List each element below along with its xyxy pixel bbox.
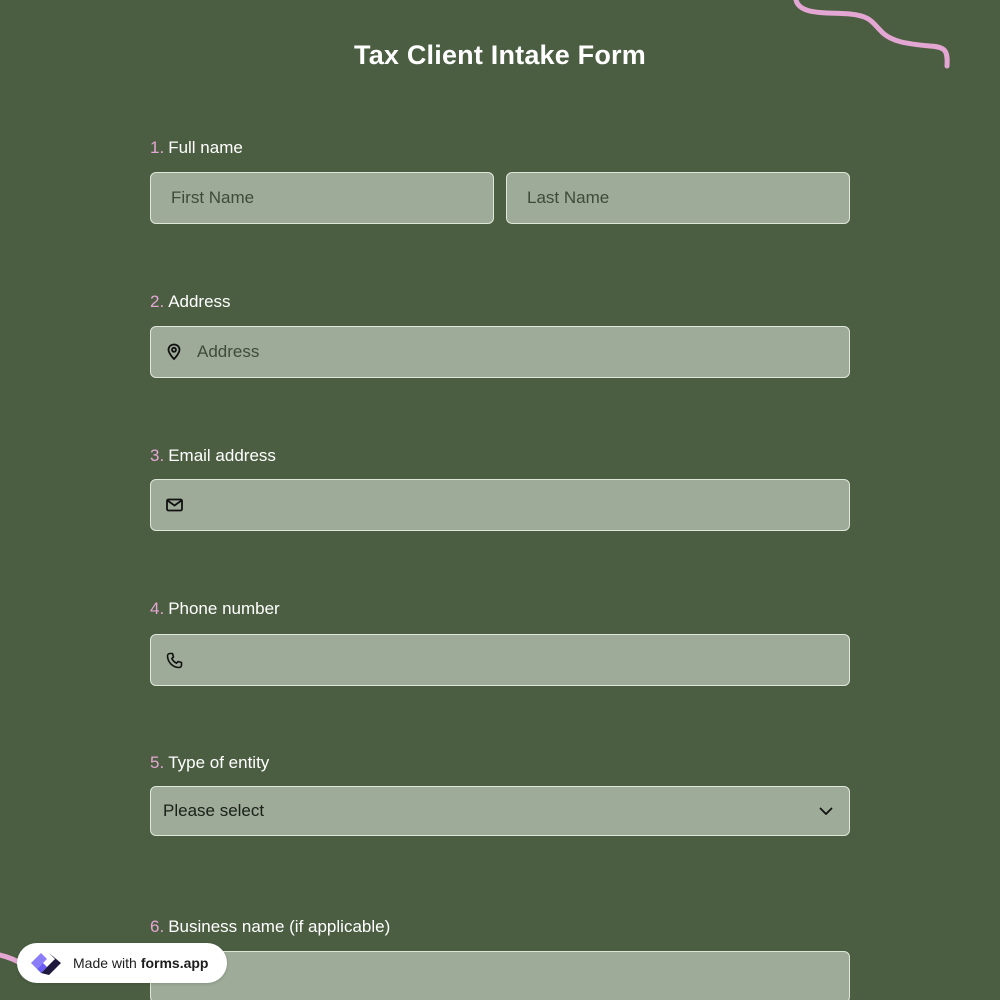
email-field[interactable]	[150, 479, 850, 531]
question-number: 1.	[150, 138, 165, 157]
question-text: Full name	[168, 138, 243, 157]
entity-type-select[interactable]: Please select	[150, 786, 850, 836]
map-pin-icon	[165, 343, 183, 361]
form-title: Tax Client Intake Form	[354, 40, 646, 70]
question-number: 5.	[150, 753, 165, 772]
question-number: 2.	[150, 292, 165, 311]
question-number: 6.	[150, 917, 165, 936]
forms-app-logo-icon	[31, 953, 61, 975]
question-phone: 4. Phone number	[150, 598, 850, 686]
question-text: Address	[168, 292, 231, 311]
question-full-name: 1. Full name First Name Last Name	[150, 137, 850, 224]
question-number: 3.	[150, 446, 165, 465]
last-name-placeholder: Last Name	[527, 188, 610, 207]
question-label: 1. Full name	[150, 137, 850, 159]
question-number: 4.	[150, 599, 165, 618]
address-field[interactable]: Address	[150, 326, 850, 378]
first-name-field[interactable]: First Name	[150, 172, 494, 224]
last-name-field[interactable]: Last Name	[506, 172, 850, 224]
question-entity-type: 5. Type of entity Please select	[150, 752, 850, 836]
mail-icon	[165, 496, 183, 514]
question-email: 3. Email address	[150, 445, 850, 531]
question-label: 3. Email address	[150, 445, 850, 467]
question-text: Email address	[168, 446, 276, 465]
phone-field[interactable]	[150, 634, 850, 686]
question-label: 5. Type of entity	[150, 752, 850, 774]
chevron-down-icon	[819, 807, 833, 816]
question-text: Type of entity	[168, 753, 270, 772]
business-name-field[interactable]	[150, 951, 850, 1000]
question-address: 2. Address Address	[150, 291, 850, 378]
first-name-placeholder: First Name	[171, 188, 255, 207]
question-label: 6. Business name (if applicable)	[150, 916, 850, 938]
question-text: Business name (if applicable)	[168, 917, 391, 936]
badge-prefix: Made with	[73, 955, 137, 971]
address-placeholder: Address	[197, 342, 260, 361]
select-value: Please select	[163, 801, 265, 820]
question-label: 4. Phone number	[150, 598, 850, 620]
question-label: 2. Address	[150, 291, 850, 313]
question-business-name: 6. Business name (if applicable)	[150, 916, 850, 1000]
question-text: Phone number	[168, 599, 280, 618]
made-with-badge[interactable]: Made with forms.app	[17, 943, 227, 983]
phone-icon	[165, 651, 183, 669]
badge-brand: forms.app	[140, 955, 209, 971]
